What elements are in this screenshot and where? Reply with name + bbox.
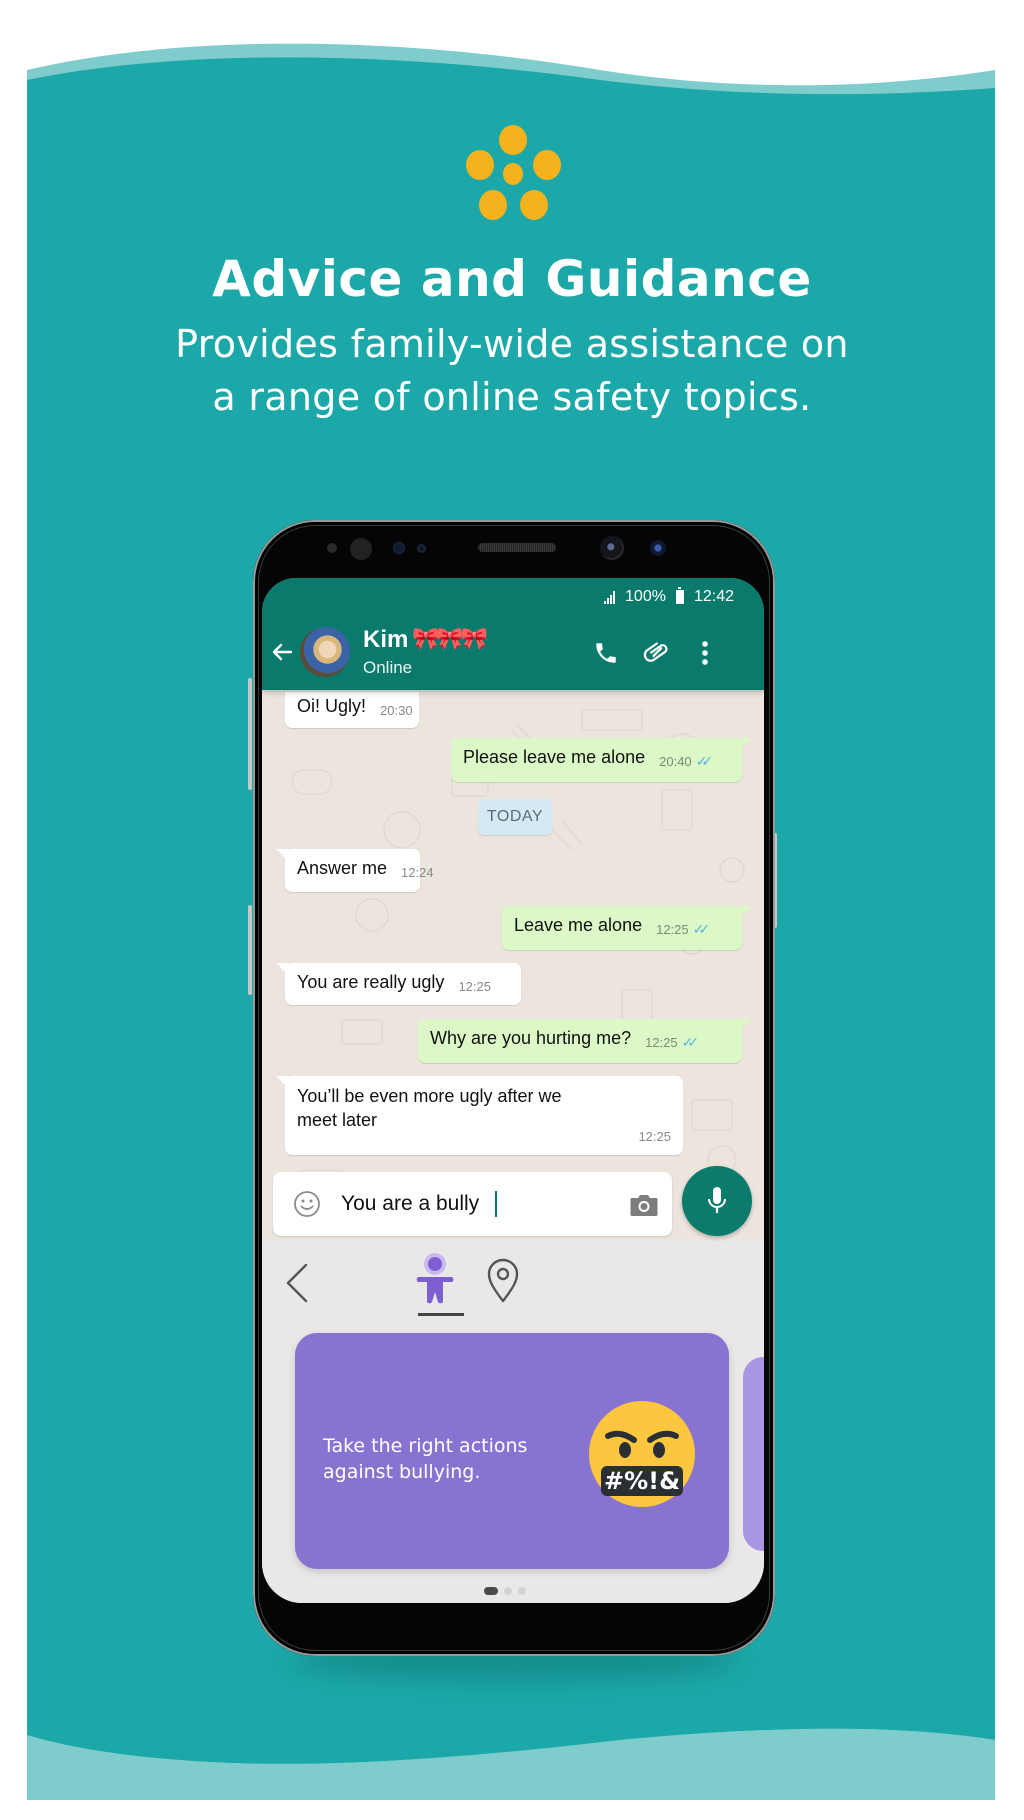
pager-dot-active[interactable] — [484, 1587, 498, 1595]
more-vertical-icon — [702, 641, 708, 665]
pager-dot[interactable] — [504, 1587, 512, 1595]
message-outgoing[interactable]: Leave me alone 12:25 ✓✓ — [502, 906, 751, 950]
chat-area: Oi! Ugly! 20:30 Please leave me alone 20:4… — [262, 690, 764, 1240]
status-bar: 100% 12:42 — [604, 587, 734, 606]
front-led — [417, 544, 426, 553]
voice-record-button[interactable] — [682, 1166, 752, 1236]
message-outgoing[interactable]: Why are you hurting me? 12:25 ✓✓ — [418, 1019, 751, 1063]
message-composer — [273, 1172, 672, 1236]
phone-screen: 100% 12:42 Kim 🎀🎀🎀 Online Oi! Ugly! 20:3… — [262, 578, 764, 1603]
chevron-left-icon[interactable] — [284, 1262, 310, 1304]
pager-dot[interactable] — [518, 1587, 526, 1595]
paperclip-icon — [643, 642, 668, 662]
message-time: 20:40 — [659, 754, 692, 769]
angry-face-symbols-icon: #%!& — [589, 1401, 695, 1507]
emoji-symbols-text: #%!& — [604, 1467, 680, 1495]
message-incoming[interactable]: You are really ugly 12:25 — [276, 963, 521, 1005]
smiley-icon[interactable] — [293, 1190, 321, 1218]
more-options-button[interactable] — [690, 638, 720, 668]
read-ticks-icon: ✓✓ — [681, 1034, 700, 1050]
date-divider: TODAY — [478, 799, 552, 835]
message-text: Answer me — [297, 858, 388, 878]
advice-card[interactable]: Take the right actions against bullying.… — [295, 1333, 729, 1569]
guide-figure-icon[interactable] — [412, 1252, 464, 1314]
message-text: Oi! Ugly! — [297, 696, 367, 716]
contact-status: Online — [363, 658, 413, 677]
message-text: Leave me alone — [514, 915, 643, 935]
message-text: Why are you hurting me? — [430, 1028, 632, 1048]
attach-button[interactable] — [642, 638, 672, 668]
arrow-left-icon[interactable] — [270, 640, 294, 664]
bow-emoji: 🎀🎀🎀 — [412, 626, 488, 651]
contact-avatar[interactable] — [300, 627, 350, 677]
microphone-icon — [708, 1187, 726, 1213]
proximity-sensor — [327, 543, 337, 553]
next-advice-card[interactable] — [743, 1357, 764, 1551]
message-incoming[interactable]: Oi! Ugly! 20:30 — [285, 692, 419, 728]
call-button[interactable] — [591, 638, 621, 668]
message-text: You’ll be even more ugly after we meet l… — [297, 1086, 562, 1130]
phone-icon — [596, 643, 616, 663]
message-incoming[interactable]: Answer me 12:24 — [276, 849, 434, 892]
message-input[interactable] — [341, 1188, 581, 1220]
signal-icon — [604, 590, 616, 604]
message-incoming[interactable]: You’ll be even more ugly after we meet l… — [276, 1076, 683, 1155]
message-time: 12:24 — [401, 865, 434, 880]
phone-volume-button — [248, 678, 252, 790]
message-time: 20:30 — [380, 703, 413, 718]
status-time: 12:42 — [693, 588, 734, 605]
five-dots-flower-icon — [466, 125, 561, 220]
iris-camera — [650, 540, 666, 556]
message-time: 12:25 — [458, 979, 491, 994]
message-time: 12:25 — [656, 922, 689, 937]
page-subtitle-line-2: a range of online safety topics. — [212, 375, 812, 419]
message-time: 12:25 — [645, 1035, 678, 1050]
message-text: You are really ugly — [297, 972, 445, 992]
earpiece-speaker — [478, 543, 556, 552]
phone-bixby-button — [248, 905, 252, 995]
iris-sensor — [350, 538, 372, 560]
contact-name[interactable]: Kim — [363, 626, 408, 654]
front-camera — [600, 536, 624, 560]
page-subtitle-line-1: Provides family-wide assistance on — [175, 322, 849, 366]
location-pin-icon[interactable] — [485, 1258, 521, 1304]
front-sensor — [393, 542, 405, 554]
message-text: Please leave me alone — [463, 747, 646, 767]
read-ticks-icon: ✓✓ — [692, 921, 711, 937]
card-pager — [484, 1587, 526, 1595]
active-tab-indicator — [418, 1313, 464, 1316]
chat-header: 100% 12:42 Kim 🎀🎀🎀 Online — [262, 578, 764, 690]
advice-keyboard-panel: Take the right actions against bullying.… — [262, 1240, 764, 1603]
camera-icon[interactable] — [629, 1192, 659, 1218]
read-ticks-icon: ✓✓ — [695, 753, 714, 769]
message-time: 12:25 — [638, 1129, 671, 1144]
advice-card-text: Take the right actions against bullying. — [323, 1435, 528, 1483]
message-outgoing[interactable]: Please leave me alone 20:40 ✓✓ — [451, 738, 751, 782]
battery-icon — [675, 587, 684, 604]
page-title: Advice and Guidance — [212, 250, 812, 308]
battery-percent: 100% — [625, 588, 666, 605]
text-caret — [495, 1191, 497, 1217]
